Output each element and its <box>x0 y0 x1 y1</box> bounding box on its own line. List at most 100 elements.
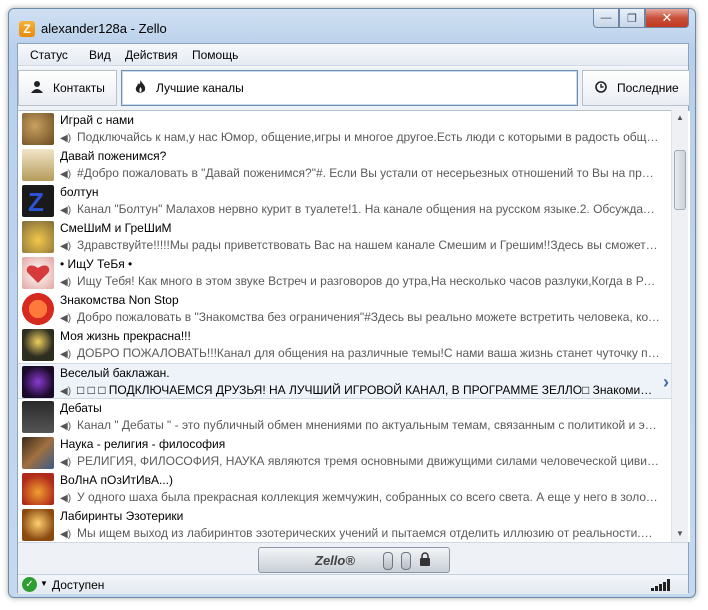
channel-description: Здравствуйте!!!!!Мы рады приветствовать … <box>77 238 660 252</box>
list-item[interactable]: • ИщУ ТеБя • ◀) Ищу Тебя! Как много в это… <box>18 255 673 291</box>
channel-avatar <box>22 473 54 505</box>
status-label[interactable]: Доступен <box>52 578 104 592</box>
channel-avatar <box>22 366 54 398</box>
channel-name: болтун <box>60 185 99 199</box>
tab-top-channels-label: Лучшие каналы <box>156 81 244 95</box>
list-item[interactable]: Играй с нами ◀) Подключайсь к нам,у нас Ю… <box>18 111 673 147</box>
vertical-scrollbar[interactable]: ▲ ▼ <box>671 110 688 542</box>
channel-avatar <box>22 437 54 469</box>
channel-avatar <box>22 293 54 325</box>
speaker-icon: ◀) <box>60 133 72 144</box>
tab-contacts[interactable]: Контакты <box>18 70 117 106</box>
menu-status[interactable]: Статус <box>30 48 68 62</box>
client-area: Статус Вид Действия Помощь Контакты Лучш… <box>17 43 690 594</box>
channel-avatar <box>22 113 54 145</box>
ptt-toggle-right[interactable] <box>401 552 411 570</box>
channel-name: Знакомства Non Stop <box>60 293 179 307</box>
menu-help[interactable]: Помощь <box>192 48 238 62</box>
channel-avatar <box>22 509 54 541</box>
channel-name: Наука - религия - философия <box>60 437 226 451</box>
list-item[interactable]: Моя жизнь прекрасна!!! ◀) ДОБРО ПОЖАЛОВАТ… <box>18 327 673 363</box>
tab-contacts-label: Контакты <box>53 81 105 95</box>
channel-avatar <box>22 221 54 253</box>
channel-description: Канал " Дебаты " - это публичный обмен м… <box>77 418 660 432</box>
list-item[interactable]: Давай поженимся? ◀) #Добро пожаловать в "… <box>18 147 673 183</box>
list-item[interactable]: ВоЛнА пОзИтИвА...) ◀) У одного шаха была … <box>18 471 673 507</box>
menu-bar: Статус Вид Действия Помощь <box>18 44 688 66</box>
chevron-right-icon[interactable]: › <box>663 372 669 393</box>
channel-name: ВоЛнА пОзИтИвА...) <box>60 473 173 487</box>
list-item[interactable]: Знакомства Non Stop ◀) Добро пожаловать в… <box>18 291 673 327</box>
maximize-button[interactable]: ❐ <box>619 9 645 28</box>
channel-avatar: Z <box>22 185 54 217</box>
speaker-icon: ◀) <box>60 386 72 397</box>
channel-description: У одного шаха была прекрасная коллекция … <box>77 490 660 504</box>
clock-icon <box>595 80 607 96</box>
speaker-icon: ◀) <box>60 205 72 216</box>
speaker-icon: ◀) <box>60 277 72 288</box>
app-window: Z alexander128a - Zello — ❐ ✕ Статус Вид… <box>8 8 696 598</box>
channel-description: Подключайсь к нам,у нас Юмор, общение,иг… <box>77 130 660 144</box>
scrollbar-thumb[interactable] <box>674 150 686 210</box>
scroll-down-arrow-icon[interactable]: ▼ <box>672 526 688 542</box>
list-item[interactable]: Веселый баклажан. ◀) □ □ □ ПОДКЛЮЧАЕМСЯ Д… <box>18 363 673 399</box>
status-bar: ✓ ▼ Доступен <box>18 574 688 594</box>
channel-description: #Добро пожаловать в "Давай поженимся?"#.… <box>77 166 660 180</box>
channel-avatar <box>22 329 54 361</box>
channel-name: СмеШиМ и ГреШиМ <box>60 221 172 235</box>
channel-name: • ИщУ ТеБя • <box>60 257 133 271</box>
person-icon <box>31 80 43 96</box>
caret-down-icon[interactable]: ▼ <box>40 579 48 588</box>
channel-description: ДОБРО ПОЖАЛОВАТЬ!!!Канал для общения на … <box>77 346 660 360</box>
lock-icon[interactable] <box>419 552 431 569</box>
speaker-icon: ◀) <box>60 313 72 324</box>
list-item[interactable]: Лабиринты Эзотерики ◀) Мы ищем выход из л… <box>18 507 673 542</box>
close-button[interactable]: ✕ <box>645 9 689 28</box>
tab-recents[interactable]: Последние <box>582 70 690 106</box>
list-item[interactable]: Z болтун ◀) Канал "Болтун" Малахов нервно… <box>18 183 673 219</box>
checkmark-icon[interactable]: ✓ <box>22 577 37 592</box>
channel-avatar <box>22 257 54 289</box>
channel-description: Мы ищем выход из лабиринтов эзотерически… <box>77 526 660 540</box>
svg-text:Z: Z <box>28 187 44 217</box>
channel-name: Играй с нами <box>60 113 134 127</box>
speaker-icon: ◀) <box>60 529 72 540</box>
channel-list: Играй с нами ◀) Подключайсь к нам,у нас Ю… <box>18 110 690 542</box>
channel-name: Дебаты <box>60 401 102 415</box>
channel-description: Ищу Тебя! Как много в этом звуке Встреч … <box>77 274 660 288</box>
menu-actions[interactable]: Действия <box>125 48 178 62</box>
list-item[interactable]: Дебаты ◀) Канал " Дебаты " - это публичны… <box>18 399 673 435</box>
channel-avatar <box>22 149 54 181</box>
zello-app-icon: Z <box>19 21 35 37</box>
list-item[interactable]: СмеШиМ и ГреШиМ ◀) Здравствуйте!!!!!Мы ра… <box>18 219 673 255</box>
channel-name: Давай поженимся? <box>60 149 167 163</box>
channel-description: Добро пожаловать в "Знакомства без огран… <box>77 310 660 324</box>
tab-recents-label: Последние <box>617 81 679 95</box>
channel-description: □ □ □ ПОДКЛЮЧАЕМСЯ ДРУЗЬЯ! НА ЛУЧШИЙ ИГР… <box>77 383 660 397</box>
channel-description: РЕЛИГИЯ, ФИЛОСОФИЯ, НАУКА являются тремя… <box>77 454 660 468</box>
window-title: alexander128a - Zello <box>41 21 167 36</box>
titlebar[interactable]: Z alexander128a - Zello — ❐ ✕ <box>9 9 695 43</box>
channel-description: Канал "Болтун" Малахов нервно курит в ту… <box>77 202 660 216</box>
tab-bar: Контакты Лучшие каналы Последние <box>18 68 690 110</box>
speaker-icon: ◀) <box>60 169 72 180</box>
speaker-icon: ◀) <box>60 241 72 252</box>
ptt-toggle-left[interactable] <box>383 552 393 570</box>
channel-avatar <box>22 401 54 433</box>
zello-logo: Zello® <box>315 553 355 568</box>
flame-icon <box>134 79 146 97</box>
list-item[interactable]: Наука - религия - философия ◀) РЕЛИГИЯ, Ф… <box>18 435 673 471</box>
speaker-icon: ◀) <box>60 457 72 468</box>
channel-name: Лабиринты Эзотерики <box>60 509 184 523</box>
speaker-icon: ◀) <box>60 349 72 360</box>
scroll-up-arrow-icon[interactable]: ▲ <box>672 110 688 126</box>
speaker-icon: ◀) <box>60 421 72 432</box>
push-to-talk-bar: Zello® <box>18 542 688 574</box>
tab-top-channels[interactable]: Лучшие каналы <box>121 70 578 106</box>
speaker-icon: ◀) <box>60 493 72 504</box>
channel-name: Веселый баклажан. <box>60 366 170 380</box>
minimize-button[interactable]: — <box>593 9 619 28</box>
channel-name: Моя жизнь прекрасна!!! <box>60 329 191 343</box>
menu-view[interactable]: Вид <box>89 48 111 62</box>
push-to-talk-button[interactable]: Zello® <box>258 547 450 573</box>
